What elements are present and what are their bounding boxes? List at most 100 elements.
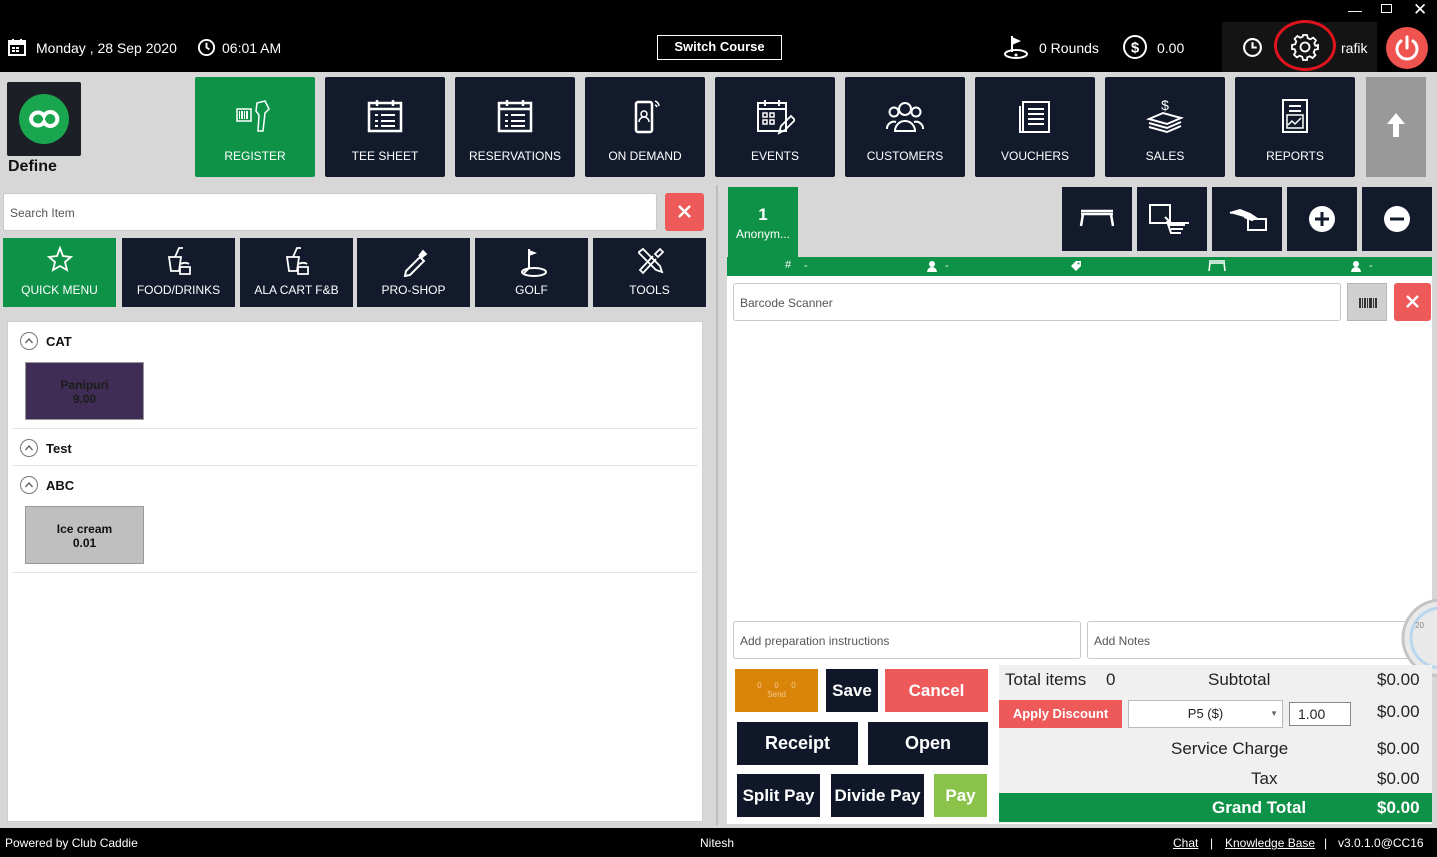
nav-reports[interactable]: REPORTS — [1235, 77, 1355, 177]
hash-icon: # — [785, 259, 792, 271]
amount-text: 0.00 — [1157, 40, 1185, 56]
hand-touch-icon — [1149, 204, 1189, 234]
group-header[interactable]: ABC — [12, 466, 698, 502]
report-icon — [1275, 97, 1315, 137]
split-pay-button[interactable]: Split Pay — [737, 774, 820, 817]
nav-on-demand[interactable]: ON DEMAND — [585, 77, 705, 177]
category-label: QUICK MENU — [21, 283, 98, 297]
nav-tee-sheet[interactable]: TEE SHEET — [325, 77, 445, 177]
scroll-up-button[interactable] — [1366, 77, 1426, 177]
send-count-1: 0 — [757, 681, 762, 690]
menu-item-price: 9.00 — [72, 392, 97, 406]
menu-group: ABC Ice cream 0.01 — [12, 466, 698, 573]
category-label: ALA CART F&B — [254, 283, 339, 297]
collapse-icon[interactable] — [20, 332, 38, 350]
category-tools[interactable]: TOOLS — [593, 238, 706, 307]
barcode-scan-button[interactable] — [1347, 283, 1387, 321]
switch-course-button[interactable]: Switch Course — [657, 35, 782, 60]
golf-club-icon — [398, 245, 430, 278]
username-text: rafik — [1341, 40, 1368, 56]
nav-reservations[interactable]: RESERVATIONS — [455, 77, 575, 177]
open-button[interactable]: Open — [868, 722, 988, 765]
collapse-icon[interactable] — [20, 439, 38, 457]
nav-vouchers[interactable]: VOUCHERS — [975, 77, 1095, 177]
pay-button[interactable]: Pay — [934, 774, 987, 817]
subtotal-label: Subtotal — [1208, 670, 1271, 689]
nav-label: EVENTS — [750, 149, 799, 163]
menu-item-price: 0.01 — [72, 536, 97, 550]
nav-label: SALES — [1145, 149, 1185, 163]
nav-label: CUSTOMERS — [866, 149, 944, 163]
nav-label: REPORTS — [1266, 149, 1324, 163]
knowledge-base-link[interactable]: Knowledge Base — [1225, 836, 1315, 850]
discount-select[interactable]: P5 ($) ▼ — [1128, 700, 1283, 728]
menu-item-tile[interactable]: Ice cream 0.01 — [25, 506, 144, 564]
category-pro-shop[interactable]: PRO-SHOP — [357, 238, 470, 307]
table-icon — [1079, 209, 1115, 227]
order-tab[interactable]: 1 Anonym... — [728, 187, 798, 257]
arrow-up-icon — [1387, 113, 1405, 137]
category-label: PRO-SHOP — [381, 283, 446, 297]
footer-separator: | — [1324, 836, 1328, 850]
nav-sales[interactable]: $ SALES — [1105, 77, 1225, 177]
power-icon — [1395, 35, 1419, 61]
nav-register[interactable]: REGISTER — [195, 77, 315, 177]
add-item-button[interactable] — [1287, 187, 1357, 251]
close-window-icon[interactable]: ✕ — [1413, 0, 1427, 20]
nav-events[interactable]: EVENTS — [715, 77, 835, 177]
payment-hand-button[interactable] — [1212, 187, 1282, 251]
search-input[interactable]: Search Item — [3, 193, 657, 231]
golf-flag-icon — [1003, 34, 1029, 60]
remove-item-button[interactable] — [1362, 187, 1432, 251]
order-tab-name: Anonym... — [735, 227, 791, 241]
clock-icon — [197, 38, 216, 57]
close-icon — [1406, 295, 1419, 308]
power-button[interactable] — [1386, 27, 1428, 69]
save-button[interactable]: Save — [826, 669, 878, 712]
clear-barcode-button[interactable] — [1394, 283, 1431, 321]
receipt-button[interactable]: Receipt — [737, 722, 858, 765]
footer-separator: | — [1210, 836, 1214, 850]
barcode-icon — [1359, 298, 1377, 308]
category-ala-cart-f-b[interactable]: ALA CART F&B — [240, 238, 353, 307]
history-clock-icon[interactable] — [1242, 37, 1263, 58]
mobile-icon — [625, 97, 665, 137]
touch-select-button[interactable] — [1137, 187, 1207, 251]
subtotal-value: $0.00 — [1377, 670, 1420, 689]
grand-total-bar: Grand Total $0.00 — [999, 793, 1432, 822]
category-quick-menu[interactable]: QUICK MENU — [3, 238, 116, 307]
chat-link[interactable]: Chat — [1173, 836, 1198, 850]
table-button[interactable] — [1062, 187, 1132, 251]
divide-pay-button[interactable]: Divide Pay — [831, 774, 924, 817]
minimize-icon[interactable]: — — [1348, 2, 1362, 18]
group-header[interactable]: CAT — [12, 322, 698, 358]
clear-search-button[interactable] — [665, 193, 704, 231]
menu-item-name: Panipuri — [60, 378, 109, 392]
tax-value: $0.00 — [1377, 769, 1420, 788]
close-icon — [678, 205, 691, 218]
prep-instructions-input[interactable]: Add preparation instructions — [733, 621, 1081, 659]
collapse-icon[interactable] — [20, 476, 38, 494]
notes-input[interactable]: Add Notes — [1087, 621, 1431, 659]
apply-discount-button[interactable]: Apply Discount — [999, 700, 1122, 728]
restore-icon[interactable] — [1381, 4, 1392, 13]
barcode-input[interactable]: Barcode Scanner — [733, 283, 1341, 321]
cancel-button[interactable]: Cancel — [885, 669, 988, 712]
svg-text:$: $ — [1161, 97, 1169, 113]
service-charge-value: $0.00 — [1377, 739, 1420, 758]
rounds-text: 0 Rounds — [1039, 40, 1099, 56]
category-golf[interactable]: GOLF — [475, 238, 588, 307]
menu-items-panel: CAT Panipuri 9.00 Test ABC Ice cream 0.01 — [7, 321, 703, 822]
group-header[interactable]: Test — [12, 429, 698, 465]
date-text: Monday , 28 Sep 2020 — [36, 40, 177, 56]
nav-customers[interactable]: CUSTOMERS — [845, 77, 965, 177]
send-button[interactable]: 0 0 0 Send — [735, 669, 818, 712]
category-food-drinks[interactable]: FOOD/DRINKS — [122, 238, 235, 307]
discount-value-input[interactable]: 1.00 — [1289, 702, 1351, 726]
grand-total-label: Grand Total — [1212, 798, 1307, 817]
brand-label: Define — [8, 158, 57, 175]
menu-item-tile[interactable]: Panipuri 9.00 — [25, 362, 144, 420]
menu-group: CAT Panipuri 9.00 — [12, 322, 698, 429]
svg-text:$: $ — [1131, 40, 1140, 57]
calendar-list-icon — [495, 97, 535, 137]
